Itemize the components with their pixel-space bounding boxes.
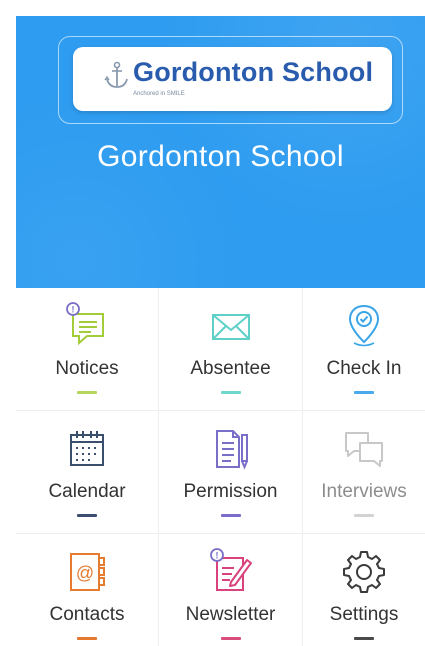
location-pin-icon — [340, 302, 388, 350]
tile-label: Notices — [55, 358, 119, 379]
school-header: Gordonton School Anchored in SMILE Gordo… — [16, 16, 425, 288]
tile-permission[interactable]: Permission — [159, 411, 303, 534]
tile-settings[interactable]: Settings — [303, 534, 425, 646]
tile-label: Permission — [183, 481, 278, 502]
newsletter-icon: ! — [207, 548, 255, 596]
tile-label: Settings — [329, 604, 399, 625]
tile-label: Absentee — [190, 358, 271, 379]
logo-text: Gordonton School — [133, 57, 374, 87]
tile-label: Interviews — [321, 481, 407, 502]
tile-label: Check In — [326, 358, 402, 379]
tile-interviews[interactable]: Interviews — [303, 411, 425, 534]
tile-accent-bar — [220, 391, 241, 394]
tile-label: Calendar — [48, 481, 126, 502]
tile-accent-bar — [77, 637, 97, 640]
notices-icon: ! — [63, 302, 111, 350]
calendar-icon — [63, 425, 111, 473]
envelope-icon — [207, 302, 255, 350]
address-book-icon: @ — [63, 548, 111, 596]
school-logo: Gordonton School Anchored in SMILE — [73, 47, 392, 111]
tile-accent-bar — [77, 514, 97, 517]
tile-accent-bar — [354, 514, 374, 517]
tile-label: Contacts — [49, 604, 125, 625]
permission-icon — [207, 425, 255, 473]
tile-accent-bar — [354, 637, 374, 640]
tile-label: Newsletter — [185, 604, 276, 625]
tile-calendar[interactable]: Calendar — [16, 411, 159, 534]
newsletter-badge: ! — [215, 551, 218, 561]
tile-accent-bar — [220, 514, 241, 517]
tile-check-in[interactable]: Check In — [303, 288, 425, 411]
tile-notices[interactable]: ! Notices — [16, 288, 159, 411]
gear-icon — [340, 548, 388, 596]
notices-badge: ! — [72, 305, 75, 315]
school-title: Gordonton School — [97, 140, 344, 173]
tile-accent-bar — [354, 391, 374, 394]
tile-accent-bar — [77, 391, 97, 394]
tile-accent-bar — [220, 637, 241, 640]
tile-newsletter[interactable]: ! Newsletter — [159, 534, 303, 646]
tile-absentee[interactable]: Absentee — [159, 288, 303, 411]
chat-bubbles-icon — [340, 425, 388, 473]
logo-tagline: Anchored in SMILE — [133, 91, 185, 97]
app-root: Gordonton School Anchored in SMILE Gordo… — [0, 0, 425, 646]
tile-contacts[interactable]: @ Contacts — [16, 534, 159, 646]
svg-text:@: @ — [76, 563, 94, 583]
feature-grid: ! Notices Absentee Check In Calendar Per… — [16, 288, 425, 646]
anchor-icon — [104, 61, 128, 88]
